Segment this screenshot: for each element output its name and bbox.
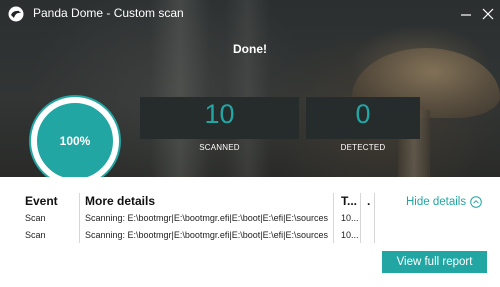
scanned-counter: 10 [140, 97, 299, 139]
progress-percentage: 100% [59, 134, 91, 148]
scan-status-title: Done! [233, 42, 267, 56]
row-2-time: 10... [341, 230, 359, 240]
row-2-event: Scan [25, 230, 46, 240]
hide-details-label: Hide details [406, 196, 467, 208]
window-title: Panda Dome - Custom scan [33, 6, 184, 20]
column-header-more-details[interactable]: More details [85, 194, 155, 208]
row-2-details: Scanning: E:\bootmgr|E:\bootmgr.efi|E:\b… [85, 230, 328, 240]
panda-logo-icon [8, 6, 24, 22]
minimize-icon[interactable] [459, 7, 473, 21]
column-header-event[interactable]: Event [25, 194, 58, 208]
column-divider[interactable] [79, 193, 80, 243]
scanned-label: SCANNED [199, 143, 240, 152]
column-divider[interactable] [360, 193, 361, 243]
view-full-report-button[interactable]: View full report [382, 251, 487, 273]
row-1-time: 10... [341, 213, 359, 223]
chevron-up-circle-icon [470, 196, 482, 208]
column-divider[interactable] [333, 193, 334, 243]
detected-counter: 0 [306, 97, 420, 139]
scanned-count: 10 [204, 99, 235, 129]
row-1-details: Scanning: E:\bootmgr|E:\bootmgr.efi|E:\b… [85, 213, 328, 223]
row-1-event: Scan [25, 213, 46, 223]
detected-label: DETECTED [340, 143, 386, 152]
close-icon[interactable] [481, 7, 495, 21]
hide-details-link[interactable]: Hide details [406, 196, 482, 208]
column-header-extra[interactable]: . [367, 194, 370, 208]
title-bar: Panda Dome - Custom scan [0, 0, 500, 28]
column-header-time[interactable]: T... [341, 194, 357, 208]
column-divider[interactable] [374, 193, 375, 243]
detected-count: 0 [355, 99, 371, 129]
